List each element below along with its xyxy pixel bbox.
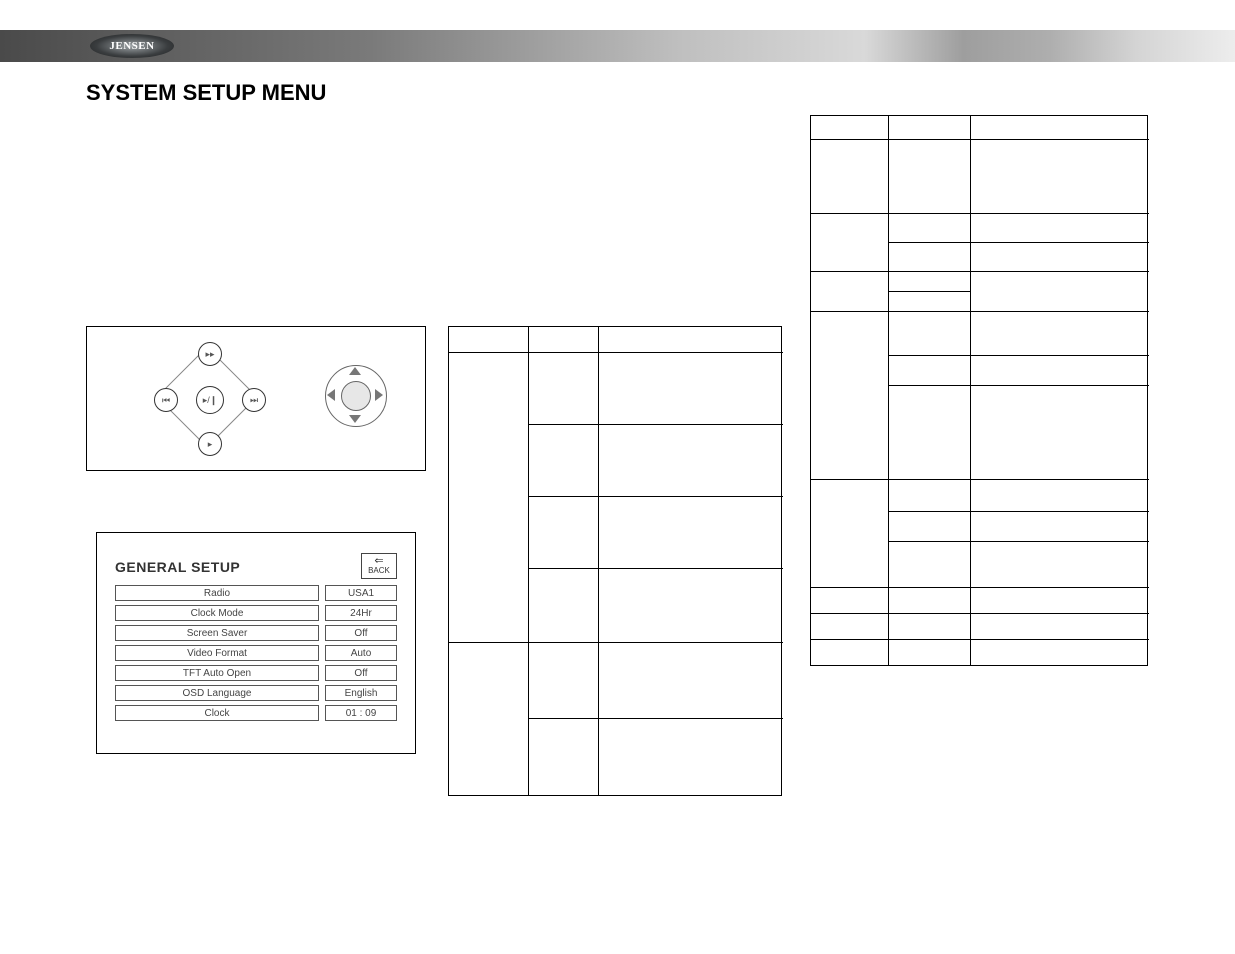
- joystick-down-icon: [349, 415, 361, 423]
- setting-value: Off: [325, 665, 397, 681]
- brand-text: JENSEN: [109, 40, 154, 52]
- dpad: ▸/❙ ▸▸ ▸ ⏮ ⏭: [147, 337, 267, 457]
- play-pause-icon: ▸/❙: [203, 395, 218, 406]
- play-icon: ▸: [208, 439, 213, 450]
- prev-track-icon: ⏮: [162, 395, 170, 406]
- joystick-left-icon: [327, 389, 335, 401]
- settings-list: Radio USA1 Clock Mode 24Hr Screen Saver …: [115, 585, 397, 725]
- page-title: SYSTEM SETUP MENU: [86, 80, 1235, 106]
- list-item[interactable]: Video Format Auto: [115, 645, 397, 661]
- list-item[interactable]: Radio USA1: [115, 585, 397, 601]
- brand-badge: JENSEN: [90, 34, 174, 58]
- setting-key: Screen Saver: [115, 625, 319, 641]
- dpad-center-button[interactable]: ▸/❙: [196, 386, 224, 414]
- settings-table-b: [810, 115, 1148, 666]
- remote-diagram: ▸/❙ ▸▸ ▸ ⏮ ⏭: [86, 326, 426, 471]
- joystick[interactable]: [323, 363, 387, 427]
- setting-key: Clock Mode: [115, 605, 319, 621]
- back-label: BACK: [362, 566, 396, 576]
- header-bar: JENSEN: [0, 30, 1235, 62]
- list-item[interactable]: TFT Auto Open Off: [115, 665, 397, 681]
- setting-value: 24Hr: [325, 605, 397, 621]
- joystick-up-icon: [349, 367, 361, 375]
- setting-value: USA1: [325, 585, 397, 601]
- setting-key: Clock: [115, 705, 319, 721]
- dpad-left-button[interactable]: ⏮: [154, 388, 178, 412]
- list-item[interactable]: OSD Language English: [115, 685, 397, 701]
- page-body: ▸/❙ ▸▸ ▸ ⏮ ⏭ GENERAL SETUP ⇐ BACK Radio …: [0, 106, 1235, 886]
- setting-key: OSD Language: [115, 685, 319, 701]
- dpad-down-button[interactable]: ▸: [198, 432, 222, 456]
- back-button[interactable]: ⇐ BACK: [361, 553, 397, 579]
- setting-value: Auto: [325, 645, 397, 661]
- screen-mockup: GENERAL SETUP ⇐ BACK Radio USA1 Clock Mo…: [96, 532, 416, 754]
- dpad-up-button[interactable]: ▸▸: [198, 342, 222, 366]
- list-item[interactable]: Screen Saver Off: [115, 625, 397, 641]
- setting-key: Video Format: [115, 645, 319, 661]
- list-item[interactable]: Clock 01 : 09: [115, 705, 397, 721]
- setting-value: Off: [325, 625, 397, 641]
- joystick-right-icon: [375, 389, 383, 401]
- dpad-right-button[interactable]: ⏭: [242, 388, 266, 412]
- list-item[interactable]: Clock Mode 24Hr: [115, 605, 397, 621]
- screen-title: GENERAL SETUP: [115, 559, 240, 575]
- back-arrow-icon: ⇐: [362, 556, 396, 566]
- joystick-knob: [341, 381, 371, 411]
- setting-key: Radio: [115, 585, 319, 601]
- setting-value: 01 : 09: [325, 705, 397, 721]
- setting-key: TFT Auto Open: [115, 665, 319, 681]
- next-track-icon: ⏭: [250, 395, 258, 406]
- setting-value: English: [325, 685, 397, 701]
- settings-table-a: [448, 326, 782, 796]
- fast-forward-icon: ▸▸: [205, 349, 214, 360]
